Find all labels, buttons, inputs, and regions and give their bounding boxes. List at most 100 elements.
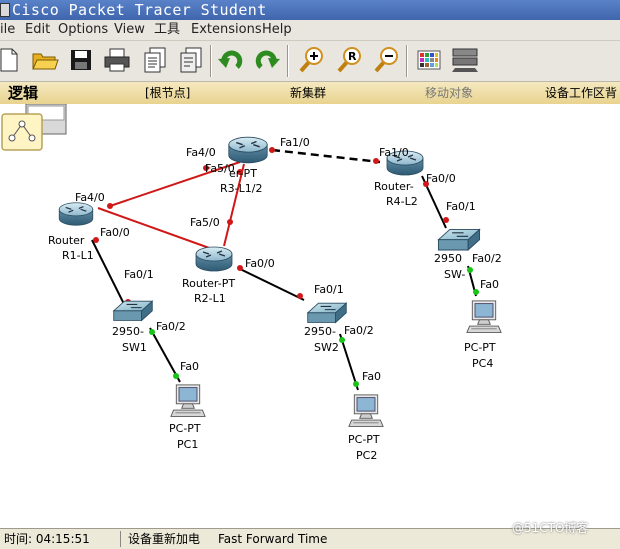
topology-canvas: er-PT R3-L1/2 Router R1-L1 Router-PT R2-… <box>1 103 502 462</box>
zoom-in-icon <box>299 47 323 73</box>
new-file-button[interactable] <box>0 41 24 79</box>
switch-sw2[interactable]: 2950- SW2 <box>304 302 347 354</box>
open-button[interactable] <box>30 41 60 79</box>
port-label: Fa5/0 <box>190 216 220 229</box>
toolbar: R <box>0 41 620 82</box>
save-icon <box>71 50 91 70</box>
window-title: Cisco Packet Tracer Student <box>12 1 267 19</box>
svg-text:R: R <box>348 50 357 63</box>
router-r4[interactable]: Router- R4-L2 <box>374 150 424 208</box>
logical-workspace-bar: 逻辑 [根节点] 新集群 移动对象 设备工作区背 <box>0 82 620 105</box>
port-label: Fa0 <box>480 278 499 291</box>
pc-pc1[interactable]: PC-PT PC1 <box>169 384 206 451</box>
pc-pc4[interactable]: PC-PT PC4 <box>464 300 502 370</box>
port-label: Fa4/0 <box>75 191 105 204</box>
pc-pc1-type: PC-PT <box>169 422 201 435</box>
port-label: Fa4/0 <box>186 146 216 159</box>
new-cluster-button[interactable]: 新集群 <box>290 82 326 104</box>
fast-forward-time-button[interactable]: Fast Forward Time <box>218 529 327 549</box>
zoom-out-icon <box>374 47 398 73</box>
link-r3-r4[interactable] <box>271 148 381 164</box>
port-label: Fa1/0 <box>379 146 409 159</box>
router-r2-name: R2-L1 <box>194 292 226 305</box>
router-r1[interactable]: Router R1-L1 <box>48 202 94 262</box>
switch-sw1[interactable]: 2950- SW1 <box>112 300 153 354</box>
toolbar-separator <box>287 45 289 77</box>
zoom-reset-button[interactable]: R <box>334 41 364 79</box>
pc-pc4-name: PC4 <box>472 357 493 370</box>
menu-help[interactable]: Help <box>262 20 292 40</box>
switch-sw4-type: 2950 <box>434 252 462 265</box>
activity-wizard-button[interactable] <box>140 41 170 79</box>
link-status-indicators <box>93 147 479 387</box>
menu-options[interactable]: Options <box>58 20 108 40</box>
menu-edit[interactable]: Edit <box>25 20 50 40</box>
redo-button[interactable] <box>252 41 282 79</box>
undo-button[interactable] <box>216 41 246 79</box>
palette-button[interactable] <box>414 41 444 79</box>
pc-pc1-name: PC1 <box>177 438 198 451</box>
palette-icon <box>417 50 441 70</box>
activity-wizard-icon <box>144 47 166 73</box>
title-bar: Cisco Packet Tracer Student <box>0 0 620 20</box>
pc-pc4-type: PC-PT <box>464 341 496 354</box>
switch-sw1-type: 2950- <box>112 325 144 338</box>
switch-sw1-name: SW1 <box>122 341 147 354</box>
watermark: @51CTO博客 <box>512 521 589 535</box>
zoom-reset-icon: R <box>337 47 361 73</box>
workspace-list-button[interactable]: 设备工作区背 <box>545 82 617 104</box>
port-label: Fa0/0 <box>245 257 275 270</box>
status-divider <box>120 531 121 547</box>
logical-workspace[interactable]: er-PT R3-L1/2 Router R1-L1 Router-PT R2-… <box>0 103 620 528</box>
port-label: Fa0 <box>180 360 199 373</box>
redo-icon <box>255 50 280 69</box>
copy-icon <box>180 47 202 73</box>
toolbar-separator <box>406 45 408 77</box>
menu-tools[interactable]: 工具 <box>154 20 180 40</box>
port-label: Fa0/2 <box>344 324 374 337</box>
zoom-out-button[interactable] <box>371 41 401 79</box>
pc-pc2-type: PC-PT <box>348 433 380 446</box>
menu-extensions[interactable]: Extensions <box>191 20 262 40</box>
port-label: Fa0/0 <box>100 226 130 239</box>
undo-icon <box>218 50 243 69</box>
port-label: Fa0/2 <box>472 252 502 265</box>
link-r1-sw1[interactable] <box>91 239 129 313</box>
menu-file[interactable]: ile <box>0 20 15 40</box>
custom-device-icon <box>452 48 478 72</box>
router-r4-name: R4-L2 <box>386 195 418 208</box>
port-label: Fa0/0 <box>426 172 456 185</box>
new-file-icon <box>0 48 18 72</box>
pc-pc2-name: PC2 <box>356 449 377 462</box>
router-r1-type: Router <box>48 234 85 247</box>
pc-pc2[interactable]: PC-PT PC2 <box>348 394 384 462</box>
save-button[interactable] <box>66 41 96 79</box>
port-label: Fa0 <box>362 370 381 383</box>
router-r3-name: R3-L1/2 <box>220 182 262 195</box>
logical-view-label: 逻辑 <box>8 84 39 102</box>
cluster-navigation-button[interactable] <box>1 103 67 151</box>
root-node-button[interactable]: [根节点] <box>145 82 190 104</box>
port-label: Fa1/0 <box>280 136 310 149</box>
power-cycle-devices-button[interactable]: 设备重新加电 <box>128 529 200 549</box>
open-folder-icon <box>32 53 59 70</box>
print-button[interactable] <box>102 41 132 79</box>
router-r1-name: R1-L1 <box>62 249 94 262</box>
zoom-in-button[interactable] <box>296 41 326 79</box>
move-object-button[interactable]: 移动对象 <box>425 82 473 104</box>
switch-sw4-name: SW- <box>444 268 465 281</box>
router-r2-type: Router-PT <box>182 277 235 290</box>
time-display: 时间: 04:15:51 <box>4 532 90 546</box>
print-icon <box>104 48 130 72</box>
port-label: Fa0/1 <box>124 268 154 281</box>
custom-device-button[interactable] <box>450 41 480 79</box>
port-label: Fa5/0 <box>205 162 235 175</box>
menu-view[interactable]: View <box>114 20 145 40</box>
port-label: Fa0/2 <box>156 320 186 333</box>
toolbar-separator <box>210 45 212 77</box>
router-r2[interactable]: Router-PT R2-L1 <box>182 246 235 305</box>
copy-button[interactable] <box>176 41 206 79</box>
switch-sw2-type: 2950- <box>304 325 336 338</box>
link-r2-sw2[interactable] <box>237 267 305 301</box>
port-label: Fa0/1 <box>446 200 476 213</box>
